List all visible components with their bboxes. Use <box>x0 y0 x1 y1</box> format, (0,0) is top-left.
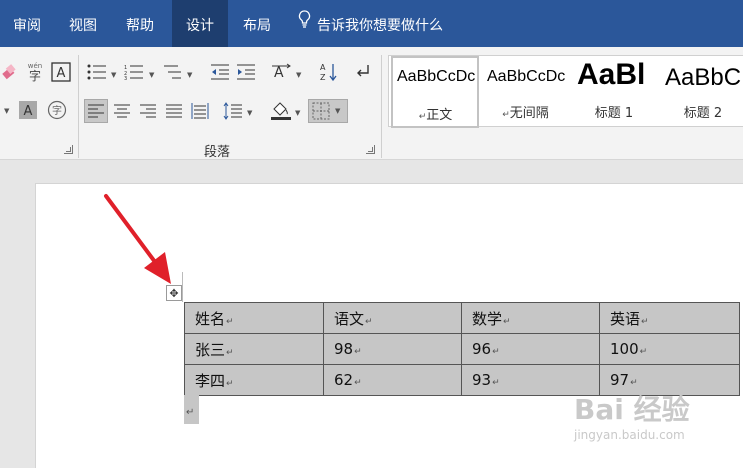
tab-help[interactable]: 帮助 <box>112 0 168 47</box>
table-cell[interactable]: 96↵ <box>461 333 600 365</box>
paragraph-mark: ↵ <box>184 395 199 424</box>
chevron-down-icon[interactable]: ▼ <box>296 71 301 79</box>
style-normal[interactable]: AaBbCcDc ↵正文 <box>391 56 479 128</box>
sort-icon[interactable]: AZ <box>318 61 340 83</box>
clear-formatting-icon[interactable] <box>0 61 22 83</box>
tab-review[interactable]: 审阅 <box>0 0 54 47</box>
styles-gallery: AaBbCcDc ↵正文 AaBbCcDc ↵无间隔 AaBl 标题 1 AaB… <box>388 55 743 128</box>
table-cell[interactable]: 李四↵ <box>184 364 324 396</box>
align-right-icon[interactable] <box>137 100 159 122</box>
style-no-spacing[interactable]: AaBbCcDc ↵无间隔 <box>481 56 569 128</box>
svg-text:A: A <box>57 66 66 81</box>
shading-icon[interactable] <box>270 99 292 121</box>
table-row: 张三↵ 98↵ 96↵ 100↵ <box>184 333 740 365</box>
paragraph-group-label: 段落 <box>204 145 231 160</box>
style-heading-2[interactable]: AaBbC 标题 2 <box>659 56 743 128</box>
ribbon-tab-bar: 审阅 视图 帮助 设计 布局 告诉我你想要做什么 <box>0 0 743 47</box>
lightbulb-icon <box>298 0 311 50</box>
bullets-icon[interactable] <box>86 61 108 83</box>
tell-me-text: 告诉我你想要做什么 <box>317 18 443 34</box>
svg-text:A: A <box>274 65 284 81</box>
character-border-icon[interactable]: A <box>50 61 72 83</box>
tab-layout[interactable]: 布局 <box>230 0 284 47</box>
chevron-down-icon[interactable]: ▼ <box>149 71 154 79</box>
show-formatting-marks-icon[interactable] <box>352 61 374 83</box>
enclose-characters-icon[interactable]: 字 <box>46 99 68 121</box>
svg-text:A: A <box>320 63 326 72</box>
phonetic-guide-icon[interactable]: wén 字 <box>24 61 46 83</box>
align-center-icon[interactable] <box>111 100 133 122</box>
chevron-down-icon[interactable]: ▼ <box>247 109 252 117</box>
table-cell[interactable]: 62↵ <box>323 364 462 396</box>
score-table[interactable]: 姓名↵ 语文↵ 数学↵ 英语↵ 张三↵ 98↵ 96↵ 100↵ 李四↵ 62↵… <box>184 302 740 396</box>
tab-design[interactable]: 设计 <box>172 0 228 47</box>
chevron-down-icon[interactable]: ▼ <box>111 71 116 79</box>
table-move-handle-icon[interactable]: ✥ <box>166 285 182 301</box>
svg-text:A: A <box>24 104 33 119</box>
font-dialog-launcher-icon[interactable] <box>64 145 73 154</box>
baidu-watermark: Bai 经验 jingyan.baidu.com <box>574 393 690 442</box>
line-spacing-icon[interactable] <box>222 100 244 122</box>
text-direction-icon[interactable]: A <box>271 61 293 83</box>
align-left-button[interactable] <box>84 99 108 123</box>
ribbon-separator <box>78 55 79 158</box>
borders-button[interactable]: ▼ <box>308 99 348 123</box>
table-row: 姓名↵ 语文↵ 数学↵ 英语↵ <box>184 302 740 334</box>
paragraph-dialog-launcher-icon[interactable] <box>366 145 375 154</box>
table-cell[interactable]: 数学↵ <box>461 302 600 334</box>
table-cell[interactable]: 英语↵ <box>599 302 740 334</box>
svg-text:Z: Z <box>320 73 326 82</box>
tab-view[interactable]: 视图 <box>54 0 112 47</box>
character-shading-icon[interactable]: A <box>17 99 39 121</box>
table-cell[interactable]: 姓名↵ <box>184 302 324 334</box>
increase-indent-icon[interactable] <box>235 61 257 83</box>
chevron-down-icon[interactable]: ▼ <box>187 71 192 79</box>
table-left-guide <box>182 272 183 302</box>
justify-icon[interactable] <box>163 100 185 122</box>
table-cell[interactable]: 98↵ <box>323 333 462 365</box>
numbering-icon[interactable]: 123 <box>123 61 145 83</box>
ribbon-separator <box>381 55 382 158</box>
multilevel-list-icon[interactable] <box>161 61 183 83</box>
table-cell[interactable]: 语文↵ <box>323 302 462 334</box>
table-cell[interactable]: 100↵ <box>599 333 740 365</box>
ribbon: wén 字 A ▼ A 字 ▼ 123 ▼ ▼ A ▼ AZ ▼ ▼ ▼ 段落 … <box>0 47 743 160</box>
decrease-indent-icon[interactable] <box>209 61 231 83</box>
table-cell[interactable]: 张三↵ <box>184 333 324 365</box>
chevron-down-icon[interactable]: ▼ <box>4 107 9 115</box>
chevron-down-icon[interactable]: ▼ <box>295 109 300 117</box>
style-heading-1[interactable]: AaBl 标题 1 <box>571 56 657 128</box>
svg-text:字: 字 <box>52 104 62 117</box>
distributed-icon[interactable] <box>189 100 211 122</box>
svg-text:3: 3 <box>124 76 127 80</box>
tell-me-search[interactable]: 告诉我你想要做什么 <box>298 0 443 47</box>
